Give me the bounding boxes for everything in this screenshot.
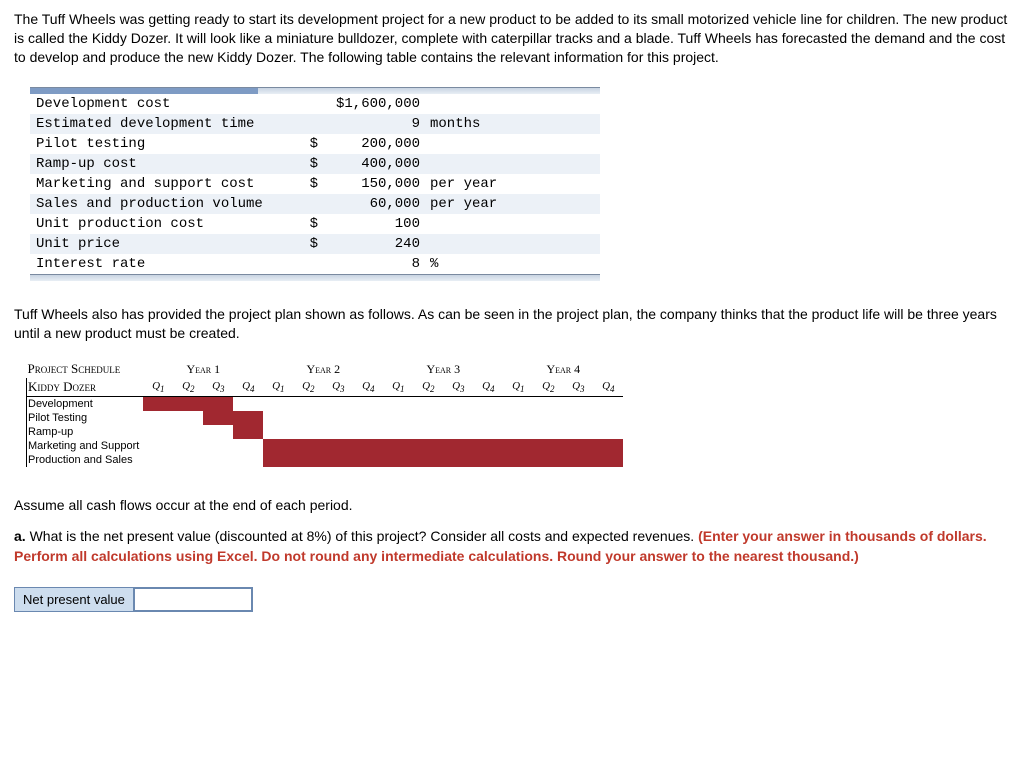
info-row: Estimated development time9months (30, 114, 600, 134)
info-row: Sales and production volume60,000per yea… (30, 194, 600, 214)
gantt-row: Marketing and Support (27, 439, 624, 453)
question-a: a. What is the net present value (discou… (14, 527, 1010, 566)
gantt-row: Ramp-up (27, 425, 624, 439)
info-row: Ramp-up cost$400,000 (30, 154, 600, 174)
npv-input[interactable] (134, 588, 252, 611)
gantt-row: Pilot Testing (27, 411, 624, 425)
gantt-row: Development (27, 397, 624, 412)
gantt-row: Production and Sales (27, 453, 624, 467)
answer-label: Net present value (15, 588, 134, 611)
info-table: Development cost$1,600,000Estimated deve… (30, 87, 600, 281)
answer-box: Net present value (14, 587, 253, 612)
gantt-title-2: Kiddy Dozer (27, 378, 144, 397)
gantt-chart: Project ScheduleYear 1Year 2Year 3Year 4… (26, 360, 1010, 467)
gantt-title-1: Project Schedule (27, 360, 144, 378)
info-row: Unit production cost$100 (30, 214, 600, 234)
info-row: Marketing and support cost$150,000per ye… (30, 174, 600, 194)
assumption-text: Assume all cash flows occur at the end o… (14, 497, 1010, 513)
info-row: Pilot testing$200,000 (30, 134, 600, 154)
intro-paragraph: The Tuff Wheels was getting ready to sta… (14, 10, 1010, 67)
info-row: Unit price$240 (30, 234, 600, 254)
mid-paragraph: Tuff Wheels also has provided the projec… (14, 305, 1010, 343)
info-row: Interest rate8% (30, 254, 600, 274)
info-row: Development cost$1,600,000 (30, 94, 600, 114)
